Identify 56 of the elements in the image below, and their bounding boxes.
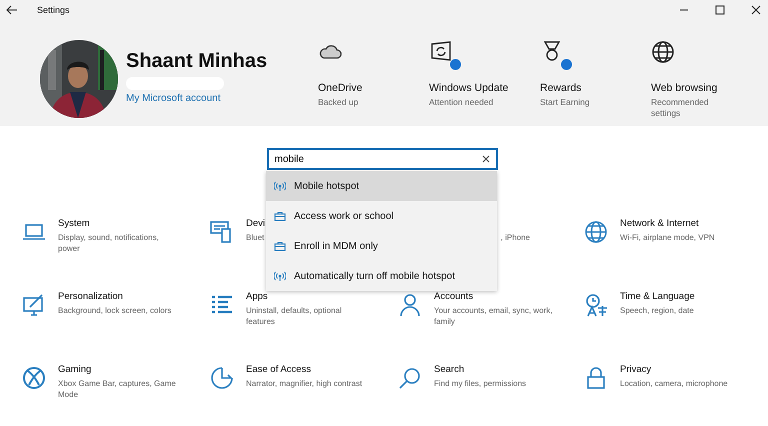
back-arrow-icon[interactable] [6, 4, 18, 16]
status-title: Rewards [540, 82, 582, 94]
category-description: Location, camera, microphone [620, 378, 728, 390]
suggestion-item[interactable]: Enroll in MDM only [266, 231, 497, 261]
status-title: Web browsing [651, 82, 718, 94]
hotspot-icon [274, 181, 286, 191]
category-description: Wi-Fi, airplane mode, VPN [620, 232, 715, 244]
maximize-icon[interactable] [715, 5, 725, 15]
category-description: Speech, region, date [620, 305, 694, 316]
briefcase-icon [274, 241, 286, 251]
category-title[interactable]: Accounts [434, 291, 474, 302]
category-description: Display, sound, notifications, power [58, 232, 160, 254]
category-title[interactable]: Ease of Access [246, 364, 311, 375]
window-title: Settings [37, 5, 71, 15]
clear-icon[interactable] [482, 155, 490, 163]
status-subtitle: Attention needed [429, 97, 494, 108]
category-title[interactable]: System [58, 218, 90, 229]
person-icon [398, 293, 422, 317]
suggestion-item[interactable]: Mobile hotspot [266, 171, 497, 201]
xbox-icon [22, 366, 46, 390]
briefcase-icon [274, 211, 286, 221]
category-title[interactable]: Personalization [58, 291, 123, 302]
suggestion-item[interactable]: Access work or school [266, 201, 497, 231]
search-field[interactable]: mobile [266, 148, 498, 170]
close-icon[interactable] [751, 5, 761, 15]
status-subtitle: Start Earning [540, 97, 591, 108]
category-description: Uninstall, defaults, optional features [246, 305, 343, 328]
account-link[interactable]: My Microsoft account [126, 93, 220, 104]
category-description: Narrator, magnifier, high contrast [246, 378, 362, 390]
category-description: Find my files, permissions [434, 378, 526, 390]
category-title[interactable]: Devi [246, 218, 266, 229]
category-title[interactable]: Privacy [620, 364, 652, 375]
category-description: Your accounts, email, sync, work, family [434, 305, 554, 328]
hotspot-icon [274, 271, 286, 281]
status-title: Windows Update [429, 82, 510, 94]
category-title[interactable]: Search [434, 364, 464, 375]
category-title[interactable]: Apps [246, 291, 268, 302]
suggestion-item[interactable]: Automatically turn off mobile hotspot [266, 261, 497, 291]
status-title: OneDrive [318, 82, 364, 94]
padlock-icon [584, 366, 608, 390]
category-title[interactable]: Time & Language [620, 291, 695, 302]
clock-letters-icon [584, 293, 608, 317]
category-description: Background, lock screen, colors [58, 305, 172, 316]
globe-icon [584, 220, 608, 244]
category-description: Xbox Game Bar, captures, Game Mode [58, 378, 177, 400]
clock-arrow-icon [210, 366, 234, 390]
keyboard-speaker-icon [210, 220, 234, 244]
category-title[interactable]: Network & Internet [620, 218, 699, 229]
search-icon [398, 366, 422, 390]
category-description: Bluet [246, 232, 264, 244]
status-subtitle: Recommended settings [651, 97, 710, 118]
category-description: , iPhone [500, 232, 530, 244]
profile-name: Shaant Minhas [126, 50, 268, 73]
brush-monitor-icon [22, 293, 46, 317]
status-subtitle: Backed up [318, 97, 360, 108]
category-title[interactable]: Gaming [58, 364, 92, 375]
